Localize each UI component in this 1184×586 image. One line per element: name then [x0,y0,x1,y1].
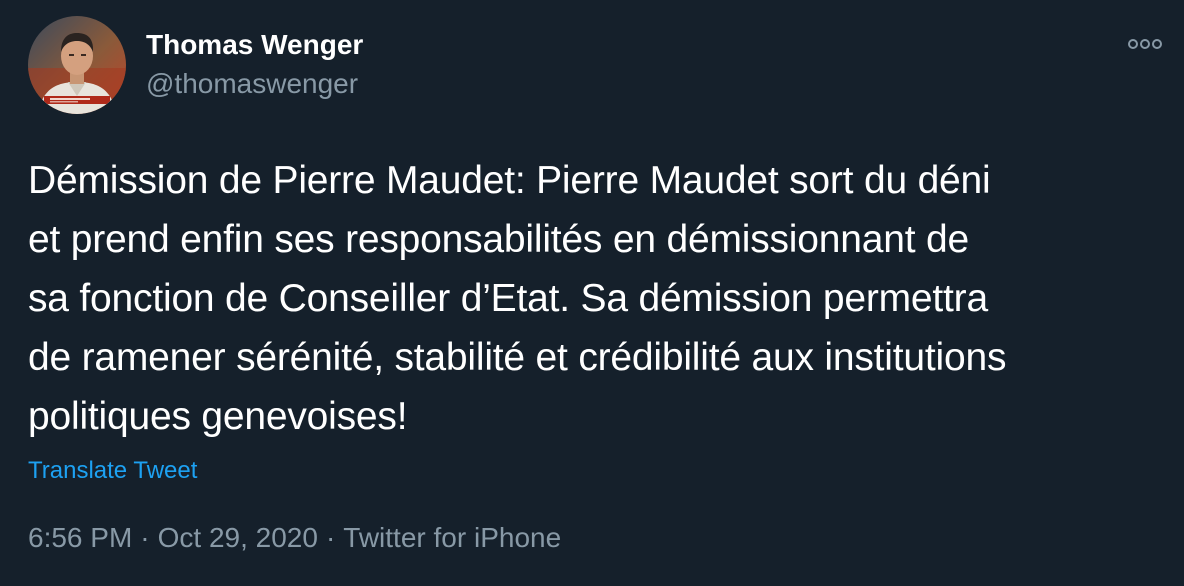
author-block: Thomas Wenger @thomaswenger [146,27,363,102]
tweet-card: Thomas Wenger @thomaswenger Démission de… [0,0,1184,586]
author-handle[interactable]: @thomaswenger [146,66,363,102]
separator-dot: · [325,522,336,553]
tweet-text: Démission de Pierre Maudet: Pierre Maude… [28,159,1007,438]
tweet-time[interactable]: 6:56 PM [28,522,132,553]
translate-tweet-link[interactable]: Translate Tweet [28,456,197,486]
separator-dot: · [140,522,150,553]
tweet-source[interactable]: Twitter for iPhone [343,522,561,553]
tweet-metadata: 6:56 PM · Oct 29, 2020 · Twitter for iPhone [28,520,561,556]
author-name[interactable]: Thomas Wenger [146,27,363,63]
tweet-date[interactable]: Oct 29, 2020 [158,522,318,553]
more-options-button[interactable] [1124,30,1166,58]
more-horizontal-icon [1128,39,1162,49]
avatar-photo [28,16,126,114]
avatar[interactable] [28,16,126,114]
